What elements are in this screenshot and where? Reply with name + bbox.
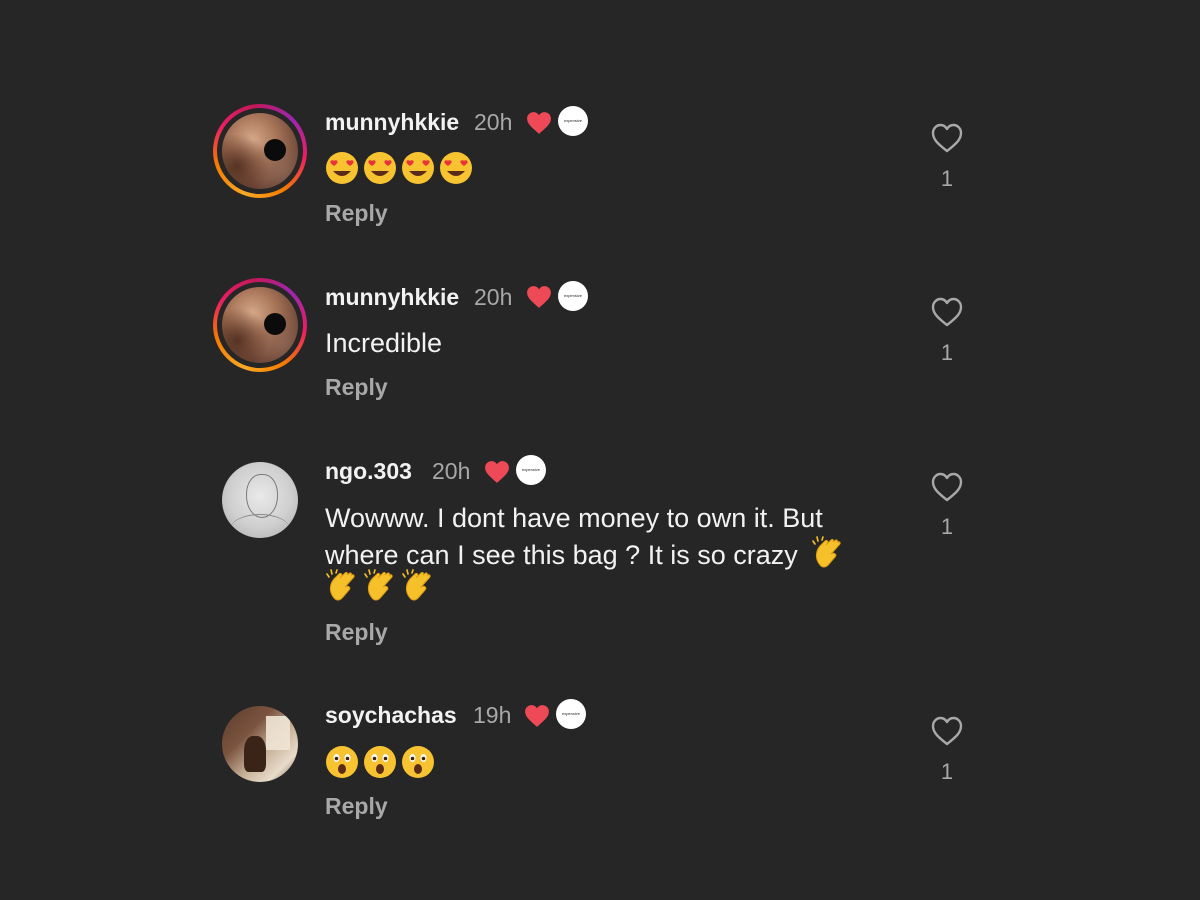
comment-text-body: Wowww. I dont have money to own it. But … bbox=[325, 503, 823, 570]
astonished-emoji-icon bbox=[364, 746, 396, 778]
creator-avatar-icon: expensive bbox=[558, 281, 588, 311]
heart-outline-icon[interactable] bbox=[930, 471, 964, 503]
username[interactable]: ngo.303 bbox=[325, 458, 412, 485]
avatar[interactable] bbox=[213, 104, 307, 198]
timestamp: 19h bbox=[473, 702, 512, 728]
username[interactable]: soychachas bbox=[325, 702, 457, 729]
creator-liked-heart-icon bbox=[525, 705, 549, 727]
like-count[interactable]: 1 bbox=[930, 340, 964, 366]
like-count[interactable]: 1 bbox=[930, 514, 964, 540]
timestamp: 20h bbox=[432, 458, 471, 484]
emoji-line bbox=[325, 151, 473, 187]
reply-button[interactable]: Reply bbox=[325, 200, 388, 227]
creator-liked-heart-icon bbox=[527, 286, 551, 308]
avatar-image bbox=[222, 462, 298, 538]
clapping-hands-emoji-icon bbox=[364, 569, 393, 601]
timestamp: 20h bbox=[474, 109, 513, 135]
like-count[interactable]: 1 bbox=[930, 759, 964, 785]
comment-text: Wowww. I dont have money to own it. But … bbox=[325, 501, 890, 573]
timestamp: 20h bbox=[474, 284, 513, 310]
heart-eyes-emoji-icon bbox=[402, 152, 434, 184]
creator-avatar-icon: expensive bbox=[556, 699, 586, 729]
heart-outline-icon[interactable] bbox=[930, 296, 964, 328]
clapping-hands-emoji-icon bbox=[812, 536, 841, 568]
creator-liked-heart-icon bbox=[527, 112, 551, 134]
heart-eyes-emoji-icon bbox=[326, 152, 358, 184]
emoji-line bbox=[325, 745, 435, 781]
creator-liked-heart-icon bbox=[485, 461, 509, 483]
reply-button[interactable]: Reply bbox=[325, 619, 388, 646]
avatar-image bbox=[222, 287, 298, 363]
clapping-hands-emoji-icon bbox=[326, 569, 355, 601]
comment-text: Incredible bbox=[325, 328, 443, 358]
astonished-emoji-icon bbox=[326, 746, 358, 778]
heart-outline-icon[interactable] bbox=[930, 122, 964, 154]
comments-list: munnyhkkie 20h expensive Reply 1 munnyhk… bbox=[0, 0, 1200, 900]
avatar[interactable] bbox=[213, 697, 307, 791]
heart-outline-icon[interactable] bbox=[930, 715, 964, 747]
avatar[interactable] bbox=[213, 453, 307, 547]
emoji-line bbox=[325, 569, 435, 605]
astonished-emoji-icon bbox=[402, 746, 434, 778]
creator-avatar-icon: expensive bbox=[558, 106, 588, 136]
heart-eyes-emoji-icon bbox=[364, 152, 396, 184]
avatar-image bbox=[222, 113, 298, 189]
creator-avatar-icon: expensive bbox=[516, 455, 546, 485]
username[interactable]: munnyhkkie bbox=[325, 109, 459, 136]
avatar-image bbox=[222, 706, 298, 782]
reply-button[interactable]: Reply bbox=[325, 374, 388, 401]
reply-button[interactable]: Reply bbox=[325, 793, 388, 820]
heart-eyes-emoji-icon bbox=[440, 152, 472, 184]
clapping-hands-emoji-icon bbox=[402, 569, 431, 601]
like-count[interactable]: 1 bbox=[930, 166, 964, 192]
username[interactable]: munnyhkkie bbox=[325, 284, 459, 311]
avatar[interactable] bbox=[213, 278, 307, 372]
